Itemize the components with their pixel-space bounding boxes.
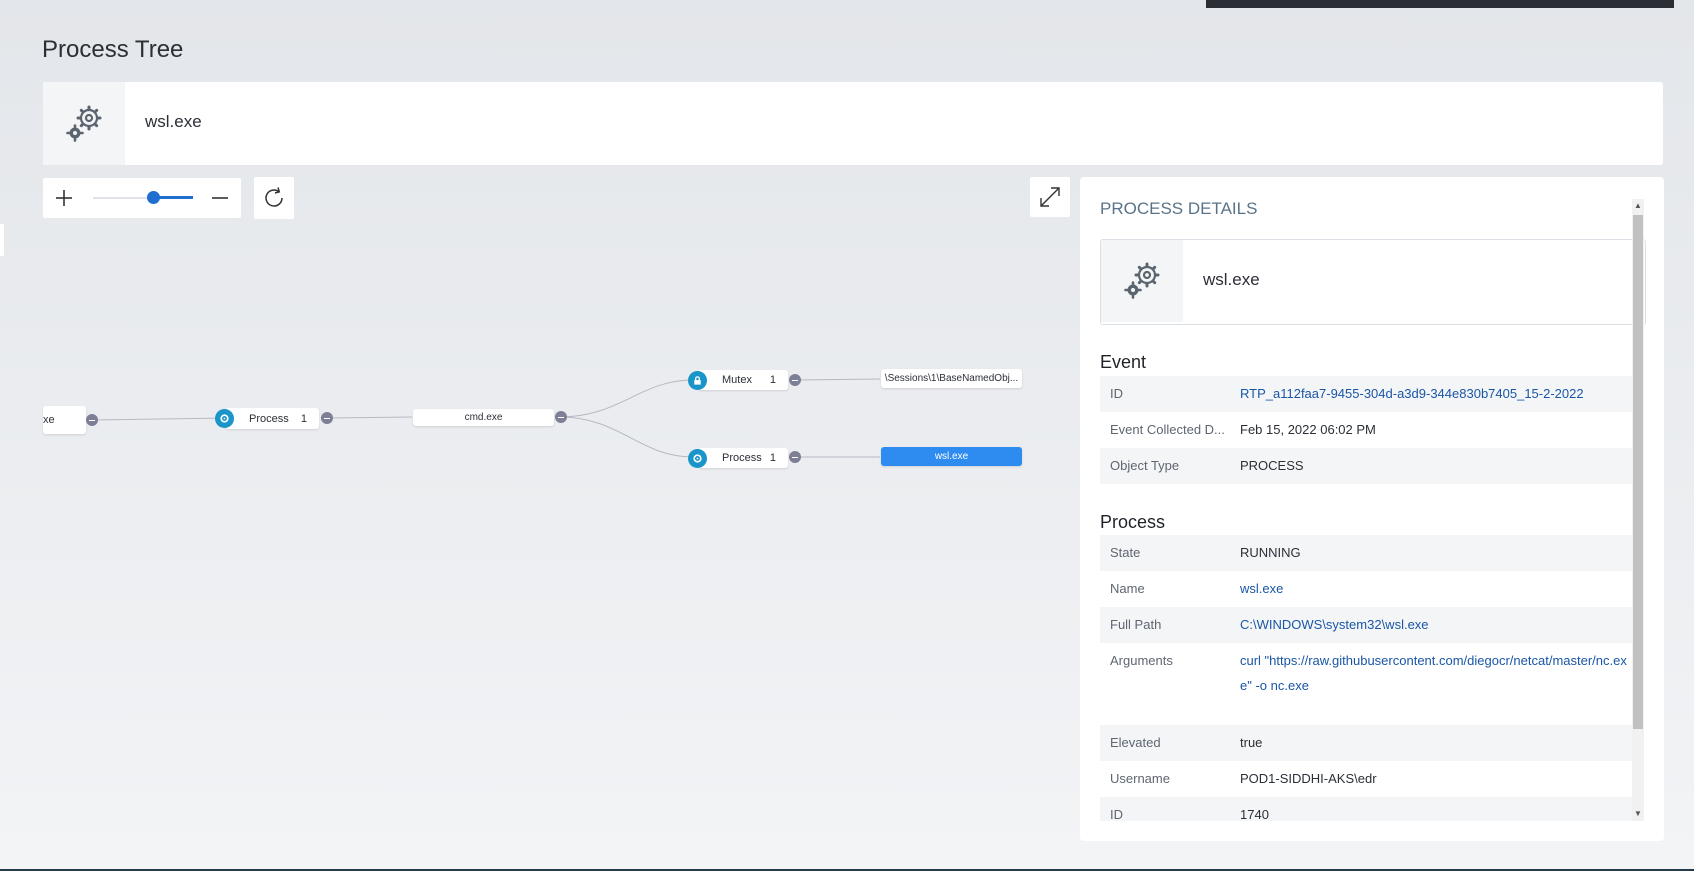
row-value: 1740 xyxy=(1240,807,1269,821)
process-section-title: Process xyxy=(1100,512,1166,532)
process-row-state: State RUNNING xyxy=(1100,535,1641,571)
refresh-button[interactable] xyxy=(254,177,294,219)
plus-icon xyxy=(56,190,72,206)
process-row-id: ID 1740 xyxy=(1100,797,1641,821)
process-gear-icon xyxy=(688,448,707,468)
row-value-link[interactable]: RTP_a112faa7-9455-304d-a3d9-344e830b7405… xyxy=(1240,381,1632,406)
collapse-toggle[interactable] xyxy=(789,374,801,386)
graph-node-selected-process[interactable]: wsl.exe xyxy=(881,447,1022,466)
graph-node-parent-process[interactable]: xe xyxy=(43,406,86,434)
row-key: Name xyxy=(1110,581,1145,596)
header-process-name: wsl.exe xyxy=(145,112,202,131)
row-value-link[interactable]: C:\WINDOWS\system32\wsl.exe xyxy=(1240,612,1632,637)
process-row-full-path: Full Path C:\WINDOWS\system32\wsl.exe xyxy=(1100,607,1641,643)
row-key: Elevated xyxy=(1110,735,1161,750)
gears-icon xyxy=(1101,240,1183,322)
minus-icon xyxy=(212,197,228,199)
node-label: cmd.exe xyxy=(464,412,503,423)
graph-node-mutex[interactable]: \Sessions\1\BaseNamedObj... xyxy=(881,369,1022,388)
node-label: xe xyxy=(43,414,55,426)
details-title: PROCESS DETAILS xyxy=(1100,199,1258,218)
process-gear-icon xyxy=(215,409,234,428)
top-dark-bar xyxy=(1206,0,1674,8)
process-row-username: Username POD1-SIDDHI-AKS\edr xyxy=(1100,761,1641,797)
refresh-icon xyxy=(265,187,283,207)
collapse-toggle[interactable] xyxy=(789,451,801,463)
selected-process-header: wsl.exe xyxy=(43,82,1663,165)
gears-icon xyxy=(43,82,125,165)
event-row-id: ID RTP_a112faa7-9455-304d-a3d9-344e830b7… xyxy=(1100,376,1641,412)
event-row-object-type: Object Type PROCESS xyxy=(1100,448,1641,484)
node-type-label: Process xyxy=(722,452,762,464)
details-process-name: wsl.exe xyxy=(1203,270,1260,289)
collapse-toggle[interactable] xyxy=(86,414,98,426)
row-key: Full Path xyxy=(1110,617,1162,632)
process-row-name: Name wsl.exe xyxy=(1100,571,1641,607)
row-value: PROCESS xyxy=(1240,458,1304,473)
scrollbar-thumb[interactable] xyxy=(1633,215,1643,729)
page-title: Process Tree xyxy=(42,36,184,63)
lock-icon xyxy=(688,370,707,390)
event-row-collected-date: Event Collected D... Feb 15, 2022 06:02 … xyxy=(1100,412,1641,448)
event-section-title: Event xyxy=(1100,352,1147,372)
row-value-link[interactable]: wsl.exe xyxy=(1240,576,1632,601)
row-value-link[interactable]: curl "https://raw.githubusercontent.com/… xyxy=(1240,648,1632,698)
node-type-label: Process xyxy=(249,412,289,425)
row-key: Arguments xyxy=(1110,653,1173,668)
row-key: ID xyxy=(1110,807,1123,821)
node-count: 1 xyxy=(300,412,307,425)
node-type-label: Mutex xyxy=(722,374,752,386)
details-scrollbar[interactable]: ▲ ▼ xyxy=(1632,199,1644,821)
row-key: Event Collected D... xyxy=(1110,422,1225,437)
row-value: RUNNING xyxy=(1240,545,1301,560)
graph-node-process-type[interactable]: Process 1 xyxy=(215,408,319,429)
zoom-control xyxy=(43,178,241,218)
details-process-card: wsl.exe xyxy=(1100,239,1646,325)
collapse-toggle[interactable] xyxy=(321,412,333,424)
expand-button[interactable] xyxy=(1030,177,1070,217)
graph-node-cmd[interactable]: cmd.exe xyxy=(413,409,554,426)
node-label: \Sessions\1\BaseNamedObj... xyxy=(884,373,1019,384)
row-key: Object Type xyxy=(1110,458,1180,473)
node-label: wsl.exe xyxy=(934,451,969,462)
row-key: Username xyxy=(1110,771,1170,786)
graph-node-process-type[interactable]: Process 1 xyxy=(688,448,788,468)
zoom-in-button[interactable] xyxy=(50,184,78,212)
node-count: 1 xyxy=(769,374,776,386)
process-details-panel: PROCESS DETAILS wsl.exe Event ID RTP_a11… xyxy=(1080,177,1664,841)
row-value: Feb 15, 2022 06:02 PM xyxy=(1240,422,1376,437)
zoom-out-button[interactable] xyxy=(206,184,234,212)
row-value: true xyxy=(1240,735,1263,750)
scroll-down-arrow-icon[interactable]: ▼ xyxy=(1632,807,1644,821)
process-row-arguments: Arguments curl "https://raw.githubuserco… xyxy=(1100,643,1641,725)
expand-icon xyxy=(1040,187,1060,207)
row-key: ID xyxy=(1110,386,1123,401)
process-row-elevated: Elevated true xyxy=(1100,725,1641,761)
collapse-toggle[interactable] xyxy=(555,411,567,423)
node-count: 1 xyxy=(769,452,776,464)
scroll-up-arrow-icon[interactable]: ▲ xyxy=(1632,199,1644,213)
left-edge-marker xyxy=(0,224,4,256)
graph-node-mutex-type[interactable]: Mutex 1 xyxy=(688,370,788,390)
zoom-slider-handle[interactable] xyxy=(147,191,160,204)
row-key: State xyxy=(1110,545,1141,560)
row-value: POD1-SIDDHI-AKS\edr xyxy=(1240,771,1377,786)
